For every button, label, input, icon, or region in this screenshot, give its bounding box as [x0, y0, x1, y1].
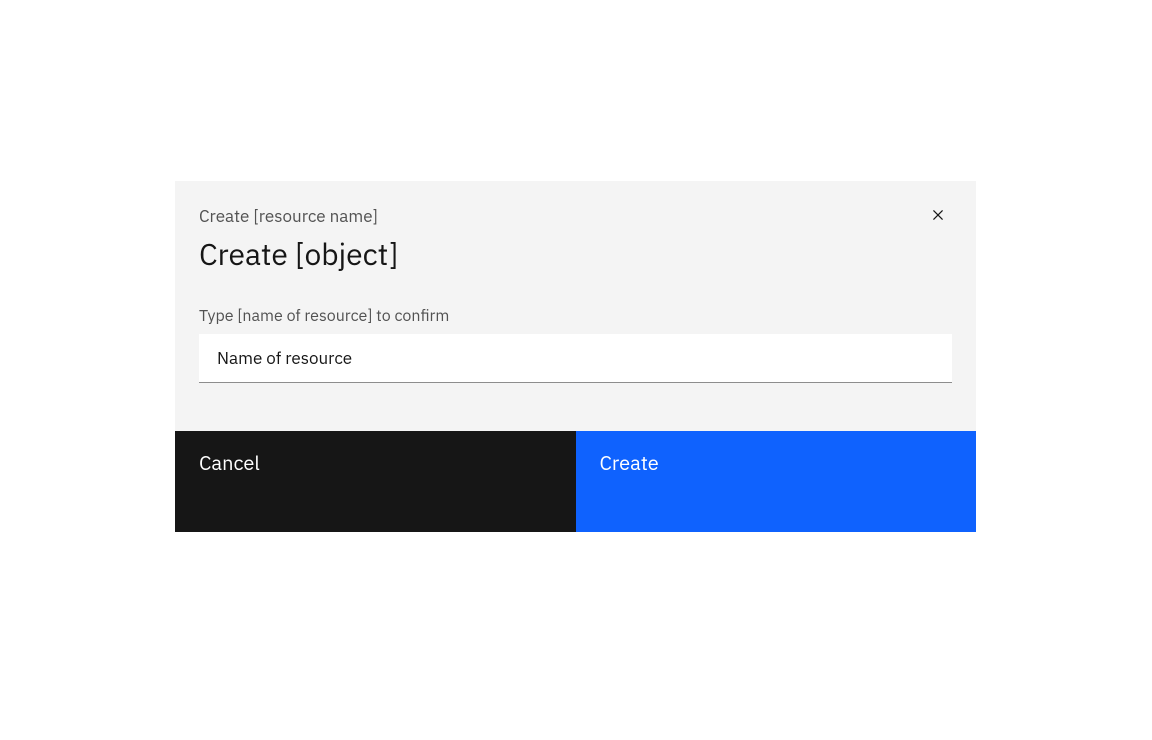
modal-footer: Cancel Create — [175, 431, 976, 532]
create-button[interactable]: Create — [576, 431, 977, 532]
input-label: Type [name of resource] to confirm — [199, 306, 952, 326]
modal-heading: Create [object] — [199, 235, 952, 274]
modal-body: Type [name of resource] to confirm — [175, 306, 976, 431]
resource-name-input[interactable] — [199, 334, 952, 383]
cancel-button[interactable]: Cancel — [175, 431, 576, 532]
create-modal: Create [resource name] Create [object] T… — [175, 181, 976, 532]
close-button[interactable] — [922, 199, 954, 231]
close-icon — [928, 205, 948, 225]
modal-header: Create [resource name] Create [object] — [175, 181, 976, 306]
modal-subheading: Create [resource name] — [199, 205, 952, 227]
